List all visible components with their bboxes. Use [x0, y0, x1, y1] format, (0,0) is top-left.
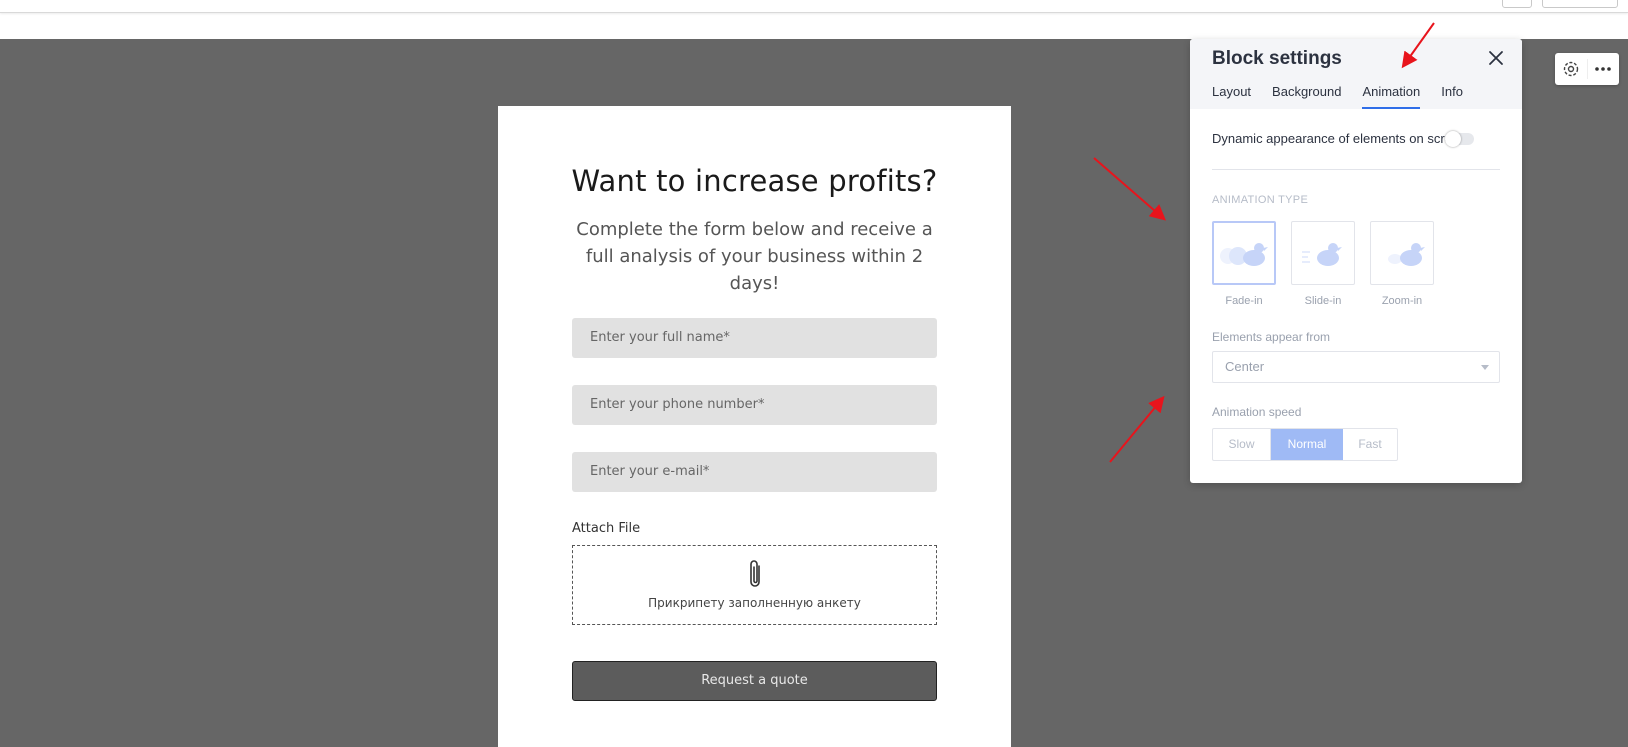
animation-caption-slide-in: Slide-in: [1304, 295, 1342, 307]
form-subtitle: Complete the form below and receive a fu…: [576, 219, 933, 294]
toolbar-button[interactable]: [1502, 0, 1532, 8]
fade-in-icon: [1220, 243, 1268, 266]
divider: [1587, 59, 1588, 79]
toolbar-button[interactable]: [1542, 0, 1618, 8]
more-dots-icon[interactable]: [1593, 59, 1613, 79]
tab-layout[interactable]: Layout: [1212, 81, 1251, 109]
toggle-knob: [1445, 131, 1461, 147]
paperclip-icon: [750, 560, 760, 587]
animation-speed-group: Slow Normal Fast: [1212, 428, 1398, 461]
animation-caption-zoom-in: Zoom-in: [1381, 295, 1423, 307]
appear-from-label: Elements appear from: [1212, 330, 1331, 344]
request-quote-button[interactable]: Request a quote: [572, 661, 937, 701]
tab-animation[interactable]: Animation: [1362, 81, 1420, 109]
speed-slow-button[interactable]: Slow: [1213, 429, 1271, 460]
top-toolbar: [0, 0, 1628, 13]
form-block[interactable]: Want to increase profits? Complete the f…: [498, 106, 1011, 747]
scroll-animation-toggle[interactable]: [1445, 131, 1474, 147]
animation-option-fade-in[interactable]: [1212, 221, 1276, 285]
appear-from-value: Center: [1225, 359, 1265, 374]
slide-in-icon: [1302, 243, 1342, 266]
file-dropzone[interactable]: Прикрипету заполненную анкету: [572, 545, 937, 625]
attach-hint: Прикрипету заполненную анкету: [648, 596, 861, 610]
panel-title: Block settings: [1212, 48, 1342, 69]
animation-speed-label: Animation speed: [1212, 405, 1302, 419]
settings-tabs: Layout Background Animation Info: [1212, 81, 1484, 109]
close-icon[interactable]: [1486, 48, 1506, 68]
speed-fast-button[interactable]: Fast: [1343, 429, 1397, 460]
phone-input[interactable]: Enter your phone number*: [572, 385, 937, 425]
tab-background[interactable]: Background: [1272, 81, 1341, 109]
zoom-in-icon: [1388, 243, 1425, 266]
full-name-input[interactable]: Enter your full name*: [572, 318, 937, 358]
form-title: Want to increase profits?: [571, 164, 938, 198]
attach-file-label: Attach File: [572, 521, 641, 536]
tab-info[interactable]: Info: [1441, 81, 1463, 109]
animation-option-zoom-in[interactable]: [1370, 221, 1434, 285]
block-settings-panel: Block settings Layout Background Animati…: [1190, 39, 1522, 483]
animation-option-slide-in[interactable]: [1291, 221, 1355, 285]
appear-from-select[interactable]: Center: [1212, 351, 1500, 383]
speed-normal-button[interactable]: Normal: [1271, 429, 1343, 460]
gear-icon[interactable]: [1561, 59, 1581, 79]
divider: [1212, 169, 1500, 170]
block-toolbar: [1555, 53, 1619, 85]
chevron-down-icon: [1481, 365, 1489, 370]
animation-caption-fade-in: Fade-in: [1225, 295, 1263, 307]
email-input[interactable]: Enter your e-mail*: [572, 452, 937, 492]
animation-type-heading: ANIMATION TYPE: [1212, 194, 1309, 206]
